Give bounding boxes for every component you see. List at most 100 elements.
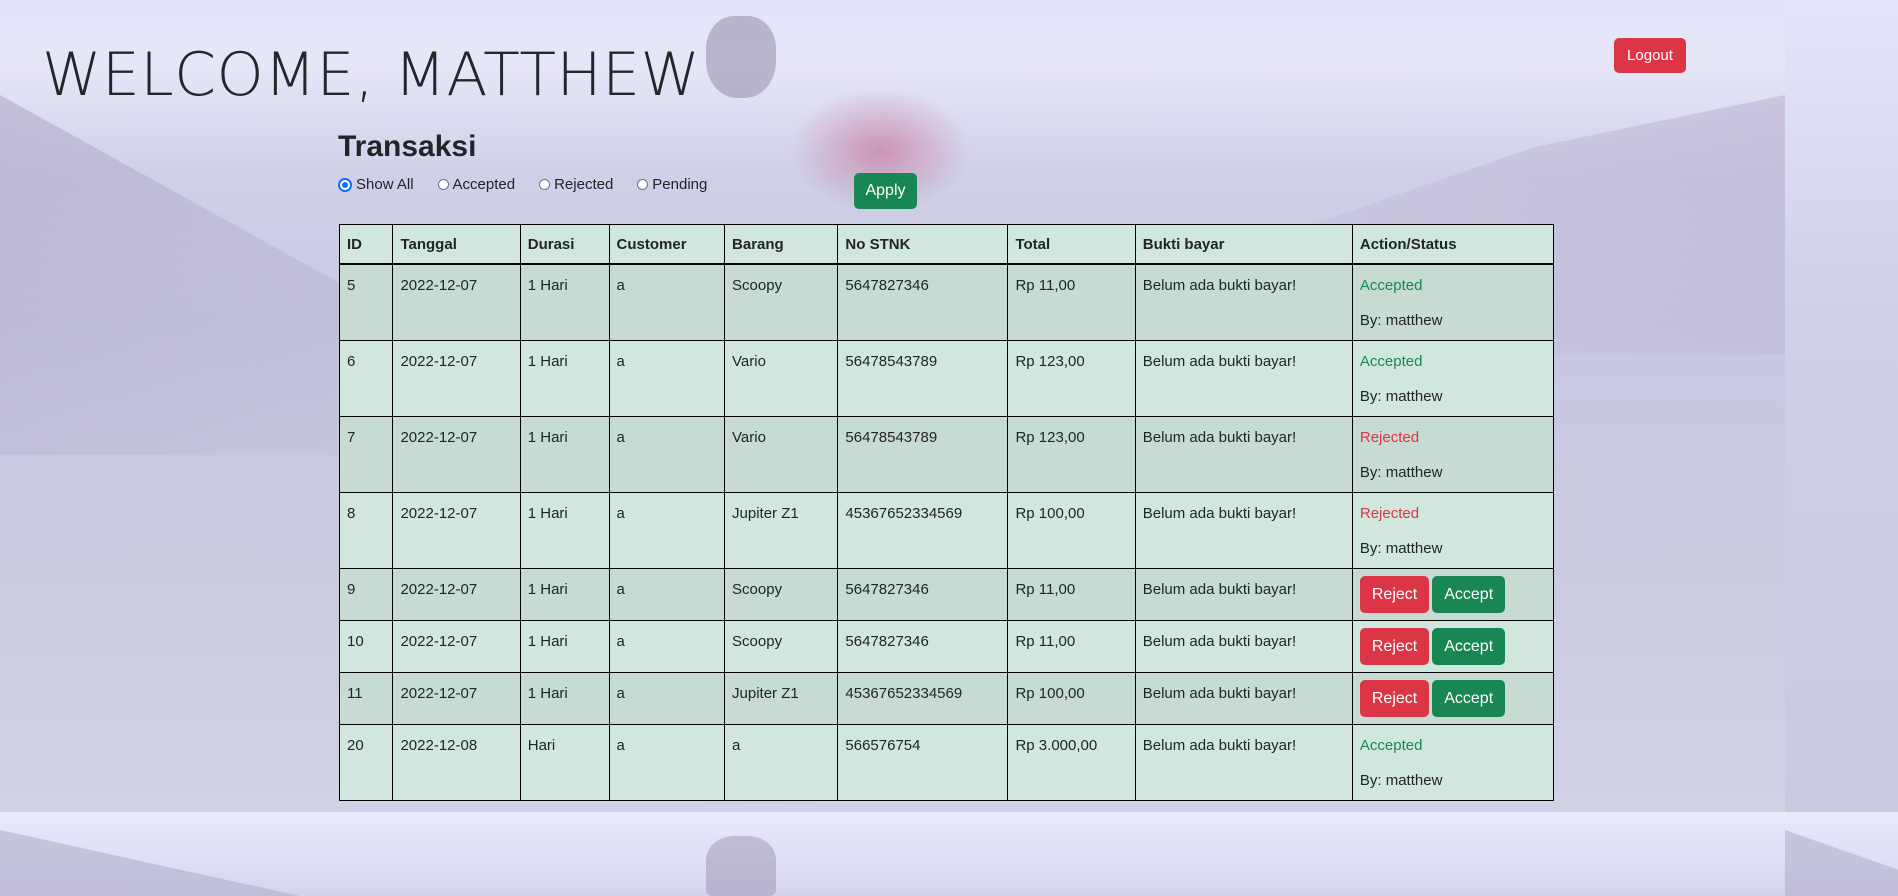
filter-radio[interactable] (437, 179, 449, 190)
cell-action-status: Accepted By: matthew (1351, 340, 1555, 417)
status-text: Accepted (1359, 353, 1423, 370)
status-by: By: matthew (1359, 464, 1443, 481)
column-header: Barang (724, 224, 839, 265)
cell-action-status: Rejected By: matthew (1351, 492, 1555, 569)
filter-pending[interactable]: Pending (637, 176, 707, 193)
reject-button[interactable]: Reject (1359, 576, 1430, 613)
cell-customer: a (608, 568, 726, 621)
filter-radio[interactable] (637, 179, 649, 190)
cell-tanggal: 2022-12-08 (392, 724, 521, 801)
cell-action-status: Rejected By: matthew (1351, 416, 1555, 493)
cell-action-status: Accepted By: matthew (1351, 724, 1555, 801)
cell-barang: a (724, 724, 839, 801)
cell-bukti: Belum ada bukti bayar! (1134, 263, 1353, 341)
cell-bukti: Belum ada bukti bayar! (1134, 568, 1353, 621)
filter-label: Rejected (554, 176, 614, 193)
cell-barang: Scoopy (724, 568, 839, 621)
cell-durasi: 1 Hari (519, 340, 610, 417)
cell-total: Rp 11,00 (1007, 568, 1136, 621)
status-filter-group: Show All Accepted Rejected Pending (338, 176, 731, 193)
cell-bukti: Belum ada bukti bayar! (1134, 620, 1353, 673)
filter-label: Show All (356, 176, 414, 193)
cell-barang: Vario (724, 340, 839, 417)
column-header: Tanggal (392, 224, 521, 265)
status-text: Accepted (1359, 737, 1423, 754)
accept-button[interactable]: Accept (1432, 576, 1506, 613)
column-header: Total (1007, 224, 1136, 265)
cell-customer: a (608, 263, 726, 341)
cell-durasi: 1 Hari (519, 263, 610, 341)
filter-rejected[interactable]: Rejected (539, 176, 613, 193)
cell-id: 8 (338, 492, 394, 569)
cell-customer: a (608, 672, 726, 725)
logout-button[interactable]: Logout (1614, 38, 1686, 73)
reject-button[interactable]: Reject (1359, 680, 1430, 717)
filter-label: Pending (652, 176, 708, 193)
column-header: No STNK (837, 224, 1009, 265)
cell-durasi: 1 Hari (519, 568, 610, 621)
cell-durasi: 1 Hari (519, 416, 610, 493)
cell-total: Rp 100,00 (1007, 492, 1136, 569)
cell-durasi: 1 Hari (519, 620, 610, 673)
cell-total: Rp 11,00 (1007, 263, 1136, 341)
filter-radio[interactable] (338, 177, 352, 192)
filter-radio[interactable] (539, 179, 551, 190)
cell-durasi: 1 Hari (519, 672, 610, 725)
filter-label: Accepted (452, 176, 516, 193)
cell-total: Rp 11,00 (1007, 620, 1136, 673)
apply-button[interactable]: Apply (854, 173, 917, 209)
cell-id: 10 (338, 620, 394, 673)
cell-id: 5 (338, 263, 394, 341)
column-header: Durasi (519, 224, 610, 265)
accept-button[interactable]: Accept (1432, 680, 1506, 717)
cell-stnk: 45367652334569 (837, 672, 1009, 725)
cell-durasi: 1 Hari (519, 492, 610, 569)
page-title: Transaksi (338, 130, 477, 163)
table-row: 9 2022-12-07 1 Hari a Scoopy 5647827346 Rp 11,… (338, 568, 1555, 621)
background-image-repeat (1785, 0, 1898, 812)
cell-tanggal: 2022-12-07 (392, 492, 521, 569)
cell-barang: Scoopy (724, 263, 839, 341)
cell-id: 20 (338, 724, 394, 801)
accept-button[interactable]: Accept (1432, 628, 1506, 665)
cell-id: 11 (338, 672, 394, 725)
column-header: Customer (608, 224, 726, 265)
cell-bukti: Belum ada bukti bayar! (1134, 492, 1353, 569)
cell-stnk: 56478543789 (837, 340, 1009, 417)
background-image-repeat (0, 812, 1898, 896)
cell-action-status: Reject Accept (1351, 620, 1555, 673)
status-by: By: matthew (1359, 388, 1443, 405)
cell-total: Rp 100,00 (1007, 672, 1136, 725)
cell-bukti: Belum ada bukti bayar! (1134, 672, 1353, 725)
cell-bukti: Belum ada bukti bayar! (1134, 724, 1353, 801)
cell-stnk: 56478543789 (837, 416, 1009, 493)
cell-stnk: 45367652334569 (837, 492, 1009, 569)
background-motorcycle-mirror (706, 16, 776, 98)
cell-action-status: Reject Accept (1351, 672, 1555, 725)
cell-customer: a (608, 620, 726, 673)
filter-show-all[interactable]: Show All (338, 176, 414, 193)
column-header: ID (338, 224, 394, 265)
reject-button[interactable]: Reject (1359, 628, 1430, 665)
table-row: 10 2022-12-07 1 Hari a Scoopy 5647827346 Rp 11… (338, 620, 1555, 673)
filter-accepted[interactable]: Accepted (437, 176, 516, 193)
cell-tanggal: 2022-12-07 (392, 340, 521, 417)
cell-tanggal: 2022-12-07 (392, 620, 521, 673)
table-row: 11 2022-12-07 1 Hari a Jupiter Z1 45367652334… (338, 672, 1555, 725)
status-text: Rejected (1359, 429, 1420, 446)
cell-id: 9 (338, 568, 394, 621)
status-text: Accepted (1359, 277, 1423, 294)
welcome-heading: WELCOME, MATTHEW (42, 40, 701, 110)
table-row: 7 2022-12-07 1 Hari a Vario 56478543789 Rp 123… (338, 416, 1555, 493)
table-row: 20 2022-12-08 Hari a a 566576754 Rp 3.000,00 Be… (338, 724, 1555, 801)
cell-total: Rp 123,00 (1007, 416, 1136, 493)
table-row: 8 2022-12-07 1 Hari a Jupiter Z1 453676523345… (338, 492, 1555, 569)
cell-barang: Vario (724, 416, 839, 493)
cell-customer: a (608, 416, 726, 493)
background-motorcycle-mirror (706, 836, 776, 896)
cell-tanggal: 2022-12-07 (392, 263, 521, 341)
cell-durasi: Hari (519, 724, 610, 801)
cell-action-status: Accepted By: matthew (1351, 263, 1555, 341)
cell-bukti: Belum ada bukti bayar! (1134, 340, 1353, 417)
cell-stnk: 5647827346 (837, 263, 1009, 341)
